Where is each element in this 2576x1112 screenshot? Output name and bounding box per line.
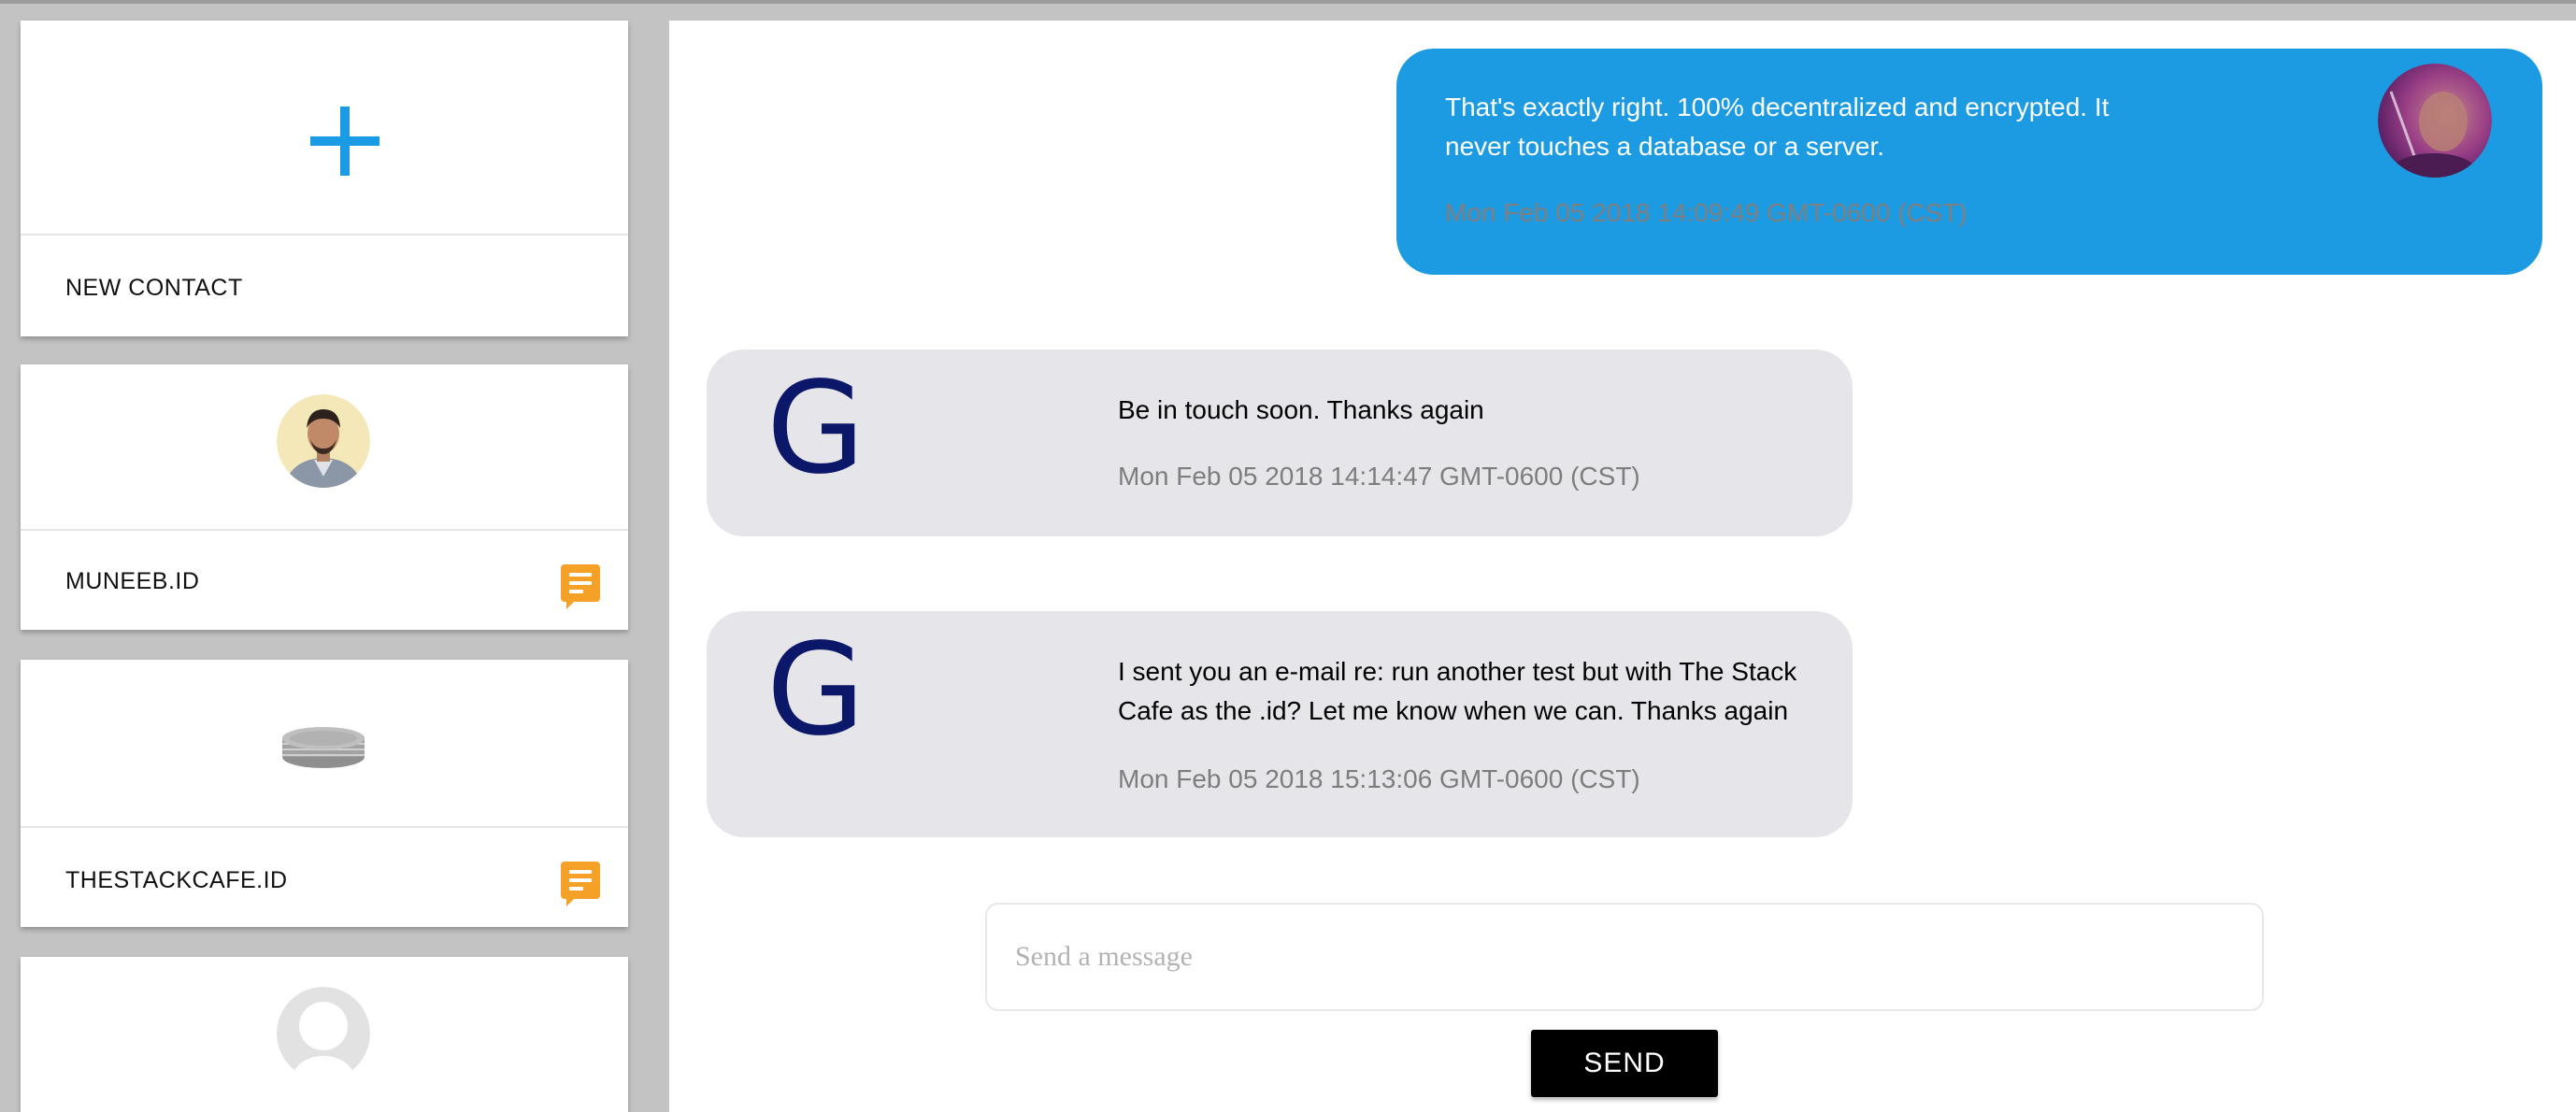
message-text: I sent you an e-mail re: run another tes… (1118, 657, 1797, 725)
message-timestamp: Mon Feb 05 2018 14:09:49 GMT-0600 (CST) (1445, 198, 1968, 227)
sender-initial: G (766, 617, 866, 764)
sender-initial: G (766, 355, 866, 503)
contact-card-unknown[interactable] (21, 957, 628, 1112)
message-timestamp: Mon Feb 05 2018 14:14:47 GMT-0600 (CST) (1118, 462, 1640, 491)
person-photo-avatar (277, 394, 370, 488)
new-contact-card-top (21, 21, 628, 234)
incoming-message: G I sent you an e-mail re: run another t… (707, 611, 1853, 837)
contact-card-thestackcafe[interactable]: THESTACKCAFE.ID (21, 660, 628, 927)
chat-bubble-icon[interactable] (561, 862, 600, 906)
sender-avatar (2378, 64, 2492, 178)
chat-bubble-icon[interactable] (561, 564, 600, 609)
message-timestamp: Mon Feb 05 2018 15:13:06 GMT-0600 (CST) (1118, 764, 1640, 793)
contact-name: THESTACKCAFE.ID (65, 867, 288, 893)
message-input[interactable] (1015, 905, 2230, 1009)
message-composer (985, 903, 2264, 1011)
contact-name: MUNEEB.ID (65, 568, 200, 594)
new-contact-card-bottom: NEW CONTACT (21, 234, 628, 336)
contacts-sidebar: NEW CONTACT MUNEEB.ID THESTACKCAFE.ID (0, 0, 669, 1112)
message-text: That's exactly right. 100% decentralized… (1445, 93, 2110, 161)
new-contact-label: NEW CONTACT (65, 275, 243, 301)
default-user-avatar (277, 987, 370, 1080)
contact-card-top (21, 957, 628, 1112)
outgoing-message: That's exactly right. 100% decentralized… (1396, 49, 2542, 275)
plus-icon (310, 107, 379, 176)
message-text: Be in touch soon. Thanks again (1118, 395, 1484, 424)
incoming-message: G Be in touch soon. Thanks again Mon Feb… (707, 349, 1853, 536)
contact-card-muneeb[interactable]: MUNEEB.ID (21, 364, 628, 630)
contact-card-top (21, 660, 628, 826)
contact-card-top (21, 364, 628, 529)
conversation-panel: That's exactly right. 100% decentralized… (669, 21, 2576, 1112)
contact-card-bottom: MUNEEB.ID (21, 529, 628, 630)
send-button[interactable]: SEND (1531, 1030, 1718, 1097)
stack-logo-avatar (277, 697, 370, 791)
contact-card-bottom: THESTACKCAFE.ID (21, 826, 628, 927)
new-contact-card[interactable]: NEW CONTACT (21, 21, 628, 336)
